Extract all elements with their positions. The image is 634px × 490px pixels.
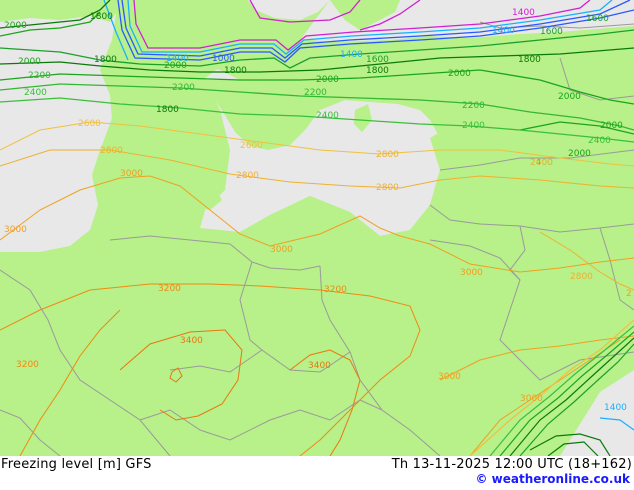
contour-label: 1800 <box>90 12 113 22</box>
contour-label: 2200 <box>172 83 195 93</box>
contour-label: 1400 <box>512 8 535 18</box>
contour-label: 2600 <box>78 119 101 129</box>
contour-label: 2000 <box>18 57 41 67</box>
valid-time: Th 13-11-2025 12:00 UTC (18+162) <box>391 457 632 472</box>
freezing-level-map: 2000 1800 2000 1800 2200 1400 2000 1000 … <box>0 0 634 456</box>
map-footer: Freezing level [m] GFS Th 13-11-2025 12:… <box>0 456 634 490</box>
contour-label: 2800 <box>376 183 399 193</box>
contour-label: 2400 <box>588 136 611 146</box>
contour-label: 3000 <box>120 169 143 179</box>
contour-label: 1400 <box>604 403 627 413</box>
contour-label: 3400 <box>180 336 203 346</box>
contour-label: 3000 <box>270 245 293 255</box>
contour-label: 2400 <box>24 88 47 98</box>
contour-label: 1800 <box>224 66 247 76</box>
contour-label: 1800 <box>518 55 541 65</box>
contour-label: 2800 <box>570 272 593 282</box>
contour-label: 2600 <box>240 141 263 151</box>
contour-label: 2800 <box>376 150 399 160</box>
map-title: Freezing level [m] GFS <box>1 457 152 472</box>
contour-label: 1000 <box>212 54 235 64</box>
contour-label: 2000 <box>568 149 591 159</box>
contour-label: 3200 <box>16 360 39 370</box>
contour-label: 2000 <box>558 92 581 102</box>
contour-label: 2800 <box>236 171 259 181</box>
contour-label: 2200 <box>304 88 327 98</box>
contour-label: 2000 <box>316 75 339 85</box>
contour-label: 2000 <box>4 21 27 31</box>
contour-label: 3000 <box>438 372 461 382</box>
contour-label: 1800 <box>94 55 117 65</box>
weather-map: 2000 1800 2000 1800 2200 1400 2000 1000 … <box>0 0 634 456</box>
contour-label: 2000 <box>600 121 623 131</box>
contour-label: 3000 <box>460 268 483 278</box>
contour-label: 3200 <box>158 284 181 294</box>
contour-label: 1400 <box>492 26 515 36</box>
contour-label: 1600 <box>586 14 609 24</box>
contour-label: 3400 <box>308 361 331 371</box>
contour-label: 2000 <box>164 61 187 71</box>
contour-label: 1800 <box>366 66 389 76</box>
contour-label: 2800 <box>100 146 123 156</box>
contour-label: 2400 <box>316 111 339 121</box>
contour-label: 1800 <box>156 105 179 115</box>
contour-label: 2600 <box>530 158 553 168</box>
contour-label: 3000 <box>4 225 27 235</box>
credit-link[interactable]: © weatheronline.co.uk <box>475 472 630 486</box>
contour-label: 1600 <box>540 27 563 37</box>
contour-label: 2400 <box>462 121 485 131</box>
contour-label: 3200 <box>324 285 347 295</box>
contour-label: 2 <box>626 289 632 299</box>
contour-label: 2000 <box>448 69 471 79</box>
contour-label: 1600 <box>366 55 389 65</box>
contour-label: 3000 <box>520 394 543 404</box>
contour-label: 2200 <box>28 71 51 81</box>
contour-label: 2200 <box>462 101 485 111</box>
contour-label: 1400 <box>340 50 363 60</box>
